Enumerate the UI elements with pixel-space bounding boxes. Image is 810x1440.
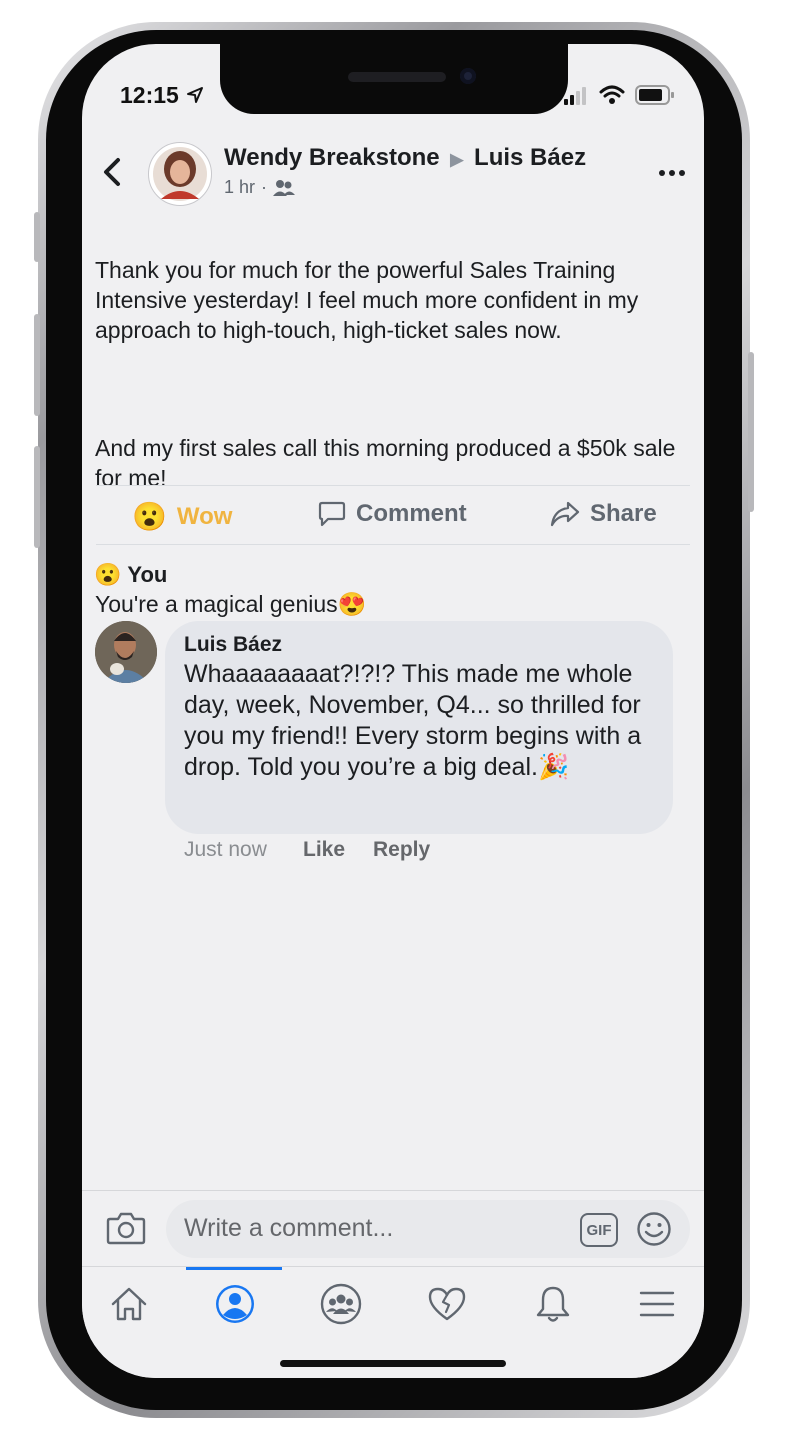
tab-profile[interactable] bbox=[210, 1279, 260, 1329]
tab-home[interactable] bbox=[104, 1279, 154, 1329]
divider bbox=[96, 485, 690, 486]
status-time: 12:15 bbox=[120, 82, 179, 108]
comment-label: Comment bbox=[356, 500, 467, 527]
signal-icon bbox=[564, 87, 586, 105]
gif-label: GIF bbox=[586, 1221, 612, 1239]
screen: 12:15 Wendy Breakstone ▶ Luis Báez 1 hr … bbox=[82, 44, 704, 1378]
tab-groups[interactable] bbox=[316, 1279, 366, 1329]
back-icon[interactable] bbox=[100, 156, 124, 188]
reactions-label: You bbox=[127, 562, 168, 587]
bell-icon bbox=[536, 1286, 570, 1322]
author-avatar[interactable] bbox=[148, 142, 212, 206]
tab-dating[interactable] bbox=[422, 1279, 472, 1329]
profile-icon bbox=[216, 1285, 254, 1323]
home-icon bbox=[111, 1287, 147, 1321]
author-name[interactable]: Wendy Breakstone bbox=[224, 144, 440, 171]
wow-reaction-icon: 😮 bbox=[94, 562, 122, 587]
post-paragraph: You're a magical genius😍 bbox=[95, 589, 695, 619]
emoji-icon[interactable] bbox=[636, 1211, 672, 1247]
audience-friends-icon bbox=[273, 179, 296, 196]
comment-icon bbox=[318, 501, 346, 527]
tab-notifications[interactable] bbox=[528, 1279, 578, 1329]
comment-author[interactable]: Luis Báez bbox=[184, 633, 282, 657]
home-indicator bbox=[280, 1360, 506, 1367]
party-popper-emoji: 🎉 bbox=[537, 753, 570, 781]
share-icon bbox=[550, 501, 580, 527]
dating-heart-icon bbox=[428, 1287, 466, 1321]
camera-icon[interactable] bbox=[106, 1210, 146, 1246]
volume-up-button bbox=[34, 314, 40, 416]
reactions-summary[interactable]: 😮 You bbox=[94, 562, 167, 588]
location-arrow-icon bbox=[187, 87, 203, 103]
wow-label: Wow bbox=[176, 502, 233, 530]
comment-time: Just now bbox=[184, 838, 267, 861]
menu-icon bbox=[639, 1291, 675, 1317]
wifi-icon bbox=[599, 85, 625, 104]
tab-menu[interactable] bbox=[632, 1279, 682, 1329]
mute-switch bbox=[34, 212, 40, 262]
share-button[interactable]: Share bbox=[550, 500, 657, 528]
divider bbox=[96, 544, 690, 545]
post-meta: 1 hr · bbox=[224, 177, 296, 198]
commenter-avatar[interactable] bbox=[95, 621, 157, 683]
comment-reply-button[interactable]: Reply bbox=[373, 838, 430, 862]
composer-divider bbox=[82, 1190, 704, 1191]
volume-down-button bbox=[34, 446, 40, 548]
gif-icon[interactable]: GIF bbox=[580, 1213, 618, 1247]
comment-bubble[interactable]: Luis Báez Whaaaaaaaat?!?!? This made me … bbox=[165, 621, 673, 834]
share-label: Share bbox=[590, 500, 657, 527]
comment-like-button[interactable]: Like bbox=[303, 838, 345, 862]
power-button bbox=[748, 352, 754, 512]
wow-emoji-icon: 😮 bbox=[132, 501, 167, 532]
post-paragraph-text: You're a magical genius bbox=[95, 591, 338, 617]
post-paragraph: Thank you for much for the powerful Sale… bbox=[95, 257, 639, 343]
comment-input[interactable]: Write a comment... GIF bbox=[166, 1200, 690, 1258]
wow-button[interactable]: 😮 Wow bbox=[132, 500, 232, 533]
comment-text: Whaaaaaaaat?!?!? This made me whole day,… bbox=[184, 659, 664, 783]
recipient-arrow-icon: ▶ bbox=[450, 150, 464, 169]
more-icon[interactable] bbox=[658, 168, 686, 178]
post-time[interactable]: 1 hr bbox=[224, 177, 255, 198]
meta-separator: · bbox=[261, 177, 268, 197]
post-header-title: Wendy Breakstone ▶ Luis Báez bbox=[224, 144, 586, 172]
comment-input-placeholder: Write a comment... bbox=[184, 1214, 394, 1242]
notch bbox=[220, 44, 568, 114]
comment-button[interactable]: Comment bbox=[318, 500, 467, 528]
recipient-name[interactable]: Luis Báez bbox=[474, 144, 586, 171]
speaker bbox=[348, 72, 446, 82]
active-tab-indicator bbox=[186, 1267, 282, 1270]
post-body: Thank you for much for the powerful Sale… bbox=[95, 225, 695, 649]
post-paragraph: And my first sales call this morning pro… bbox=[95, 435, 676, 491]
front-camera bbox=[460, 68, 476, 84]
groups-icon bbox=[320, 1283, 362, 1325]
heart-eyes-emoji: 😍 bbox=[337, 591, 367, 617]
battery-icon bbox=[635, 85, 674, 105]
comment-body: Whaaaaaaaat?!?!? This made me whole day,… bbox=[184, 660, 642, 781]
